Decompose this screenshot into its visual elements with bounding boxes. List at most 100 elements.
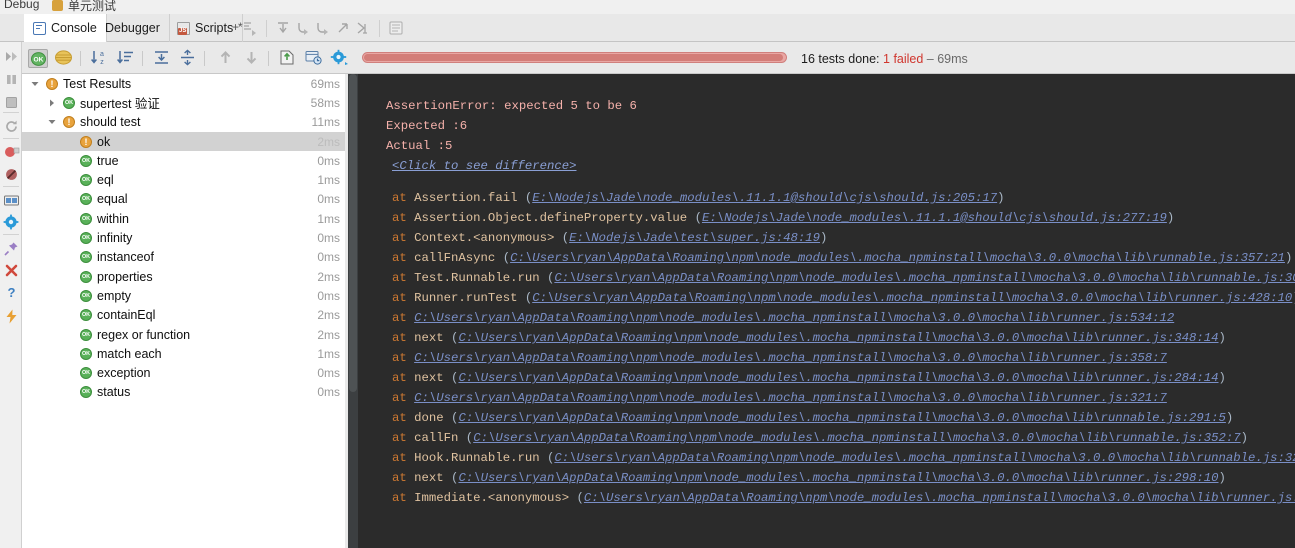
stack-trace-line: at C:\Users\ryan\AppData\Roaming\npm\nod… xyxy=(392,388,1167,408)
test-tree-label: exception xyxy=(97,366,151,381)
test-tree-row[interactable]: true 0ms xyxy=(22,151,348,170)
toolbar-separator-c xyxy=(204,51,205,66)
sort-by-duration-icon[interactable] xyxy=(116,49,136,68)
stack-file-link[interactable]: C:\Users\ryan\AppData\Roaming\npm\node_m… xyxy=(554,271,1295,285)
settings-gear-icon[interactable] xyxy=(3,214,20,231)
test-tree-row[interactable]: equal 0ms xyxy=(22,190,348,209)
test-duration: 11ms xyxy=(311,115,340,130)
stack-at-keyword: at xyxy=(392,351,415,365)
test-tree-row[interactable]: match each 1ms xyxy=(22,344,348,363)
stack-function-name: Context.<anonymous> xyxy=(414,231,562,245)
open-in-browser-icon[interactable] xyxy=(304,49,324,68)
run-to-cursor-icon[interactable] xyxy=(353,18,373,38)
chevron-down-icon[interactable] xyxy=(30,79,40,89)
test-duration: 1ms xyxy=(317,346,340,361)
evaluate-expression-icon[interactable] xyxy=(386,18,406,38)
show-ignored-icon[interactable] xyxy=(54,49,74,68)
console-output[interactable]: AssertionError: expected 5 to be 6 Expect… xyxy=(358,74,1295,548)
scripts-js-icon xyxy=(177,21,190,35)
close-icon[interactable] xyxy=(3,262,20,279)
sort-alphabetically-icon[interactable]: az xyxy=(90,49,110,68)
chevron-right-icon[interactable] xyxy=(47,98,57,108)
test-passed-icon xyxy=(80,289,92,302)
stack-file-link[interactable]: C:\Users\ryan\AppData\Roaming\npm\node_m… xyxy=(458,331,1218,345)
test-passed-icon xyxy=(80,232,92,245)
stack-open-paren: ( xyxy=(576,491,584,505)
stack-trace-line: at next (C:\Users\ryan\AppData\Roaming\n… xyxy=(392,328,1226,348)
test-results-tree[interactable]: Test Results 69ms supertest 验证 58ms should t… xyxy=(22,74,348,548)
stack-file-link[interactable]: C:\Users\ryan\AppData\Roaming\npm\node_m… xyxy=(414,351,1167,365)
test-duration: 2ms xyxy=(317,269,340,284)
click-to-see-difference-link[interactable]: <Click to see difference> xyxy=(392,156,576,176)
test-tree-row[interactable]: ok 2ms xyxy=(22,131,348,152)
test-tree-row[interactable]: exception 0ms xyxy=(22,363,348,382)
stack-file-link[interactable]: C:\Users\ryan\AppData\Roaming\npm\node_m… xyxy=(554,451,1295,465)
stack-trace-line: at Context.<anonymous> (E:\Nodejs\Jade\t… xyxy=(392,228,827,248)
tab-console[interactable]: Console xyxy=(24,14,107,42)
tree-scrollbar-thumb[interactable] xyxy=(349,74,357,392)
stack-file-link[interactable]: E:\Nodejs\Jade\node_modules\.11.1.1@shou… xyxy=(702,211,1167,225)
pause-program-icon[interactable] xyxy=(3,71,20,88)
stack-file-link[interactable]: C:\Users\ryan\AppData\Roaming\npm\node_m… xyxy=(414,391,1167,405)
pin-tab-icon[interactable] xyxy=(3,240,20,257)
rerun-icon[interactable] xyxy=(3,118,20,135)
assertion-error-message: AssertionError: expected 5 to be 6 xyxy=(386,99,637,113)
test-tree-row[interactable]: infinity 0ms xyxy=(22,228,348,247)
stack-at-keyword: at xyxy=(392,371,415,385)
stack-file-link[interactable]: C:\Users\ryan\AppData\Roaming\npm\node_m… xyxy=(414,311,1174,325)
test-tree-row[interactable]: Test Results 69ms xyxy=(22,74,348,93)
test-tree-row[interactable]: eql 1ms xyxy=(22,170,348,189)
step-into-icon[interactable] xyxy=(293,18,313,38)
stack-file-link[interactable]: C:\Users\ryan\AppData\Roaming\npm\node_m… xyxy=(584,491,1295,505)
stack-close-paren: ) xyxy=(1225,411,1234,425)
stack-file-link[interactable]: C:\Users\ryan\AppData\Roaming\npm\node_m… xyxy=(458,371,1218,385)
test-tree-row[interactable]: status 0ms xyxy=(22,383,348,402)
step-out-icon[interactable] xyxy=(333,18,353,38)
tree-scrollbar[interactable] xyxy=(348,74,358,548)
stack-file-link[interactable]: C:\Users\ryan\AppData\Roaming\npm\node_m… xyxy=(510,251,1285,265)
stack-file-link[interactable]: C:\Users\ryan\AppData\Roaming\npm\node_m… xyxy=(458,411,1225,425)
test-tree-row[interactable]: containEql 2ms xyxy=(22,306,348,325)
tests-duration: – 69ms xyxy=(923,52,968,66)
stack-file-link[interactable]: C:\Users\ryan\AppData\Roaming\npm\node_m… xyxy=(532,291,1292,305)
previous-failed-icon[interactable] xyxy=(216,49,236,68)
test-tree-row[interactable]: properties 2ms xyxy=(22,267,348,286)
tab-debugger[interactable]: Debugger xyxy=(96,14,170,42)
resume-program-icon[interactable] xyxy=(3,48,20,65)
stack-file-link[interactable]: E:\Nodejs\Jade\node_modules\.11.1.1@shou… xyxy=(532,191,997,205)
export-test-results-icon[interactable] xyxy=(278,49,298,68)
stack-file-link[interactable]: E:\Nodejs\Jade\test\super.js:48:19 xyxy=(569,231,820,245)
next-failed-icon[interactable] xyxy=(242,49,262,68)
stack-close-paren: ) xyxy=(1240,431,1249,445)
stack-file-link[interactable]: C:\Users\ryan\AppData\Roaming\npm\node_m… xyxy=(458,471,1218,485)
collapse-all-icon[interactable] xyxy=(178,49,198,68)
restore-layout-icon[interactable] xyxy=(3,192,20,209)
view-breakpoints-icon[interactable] xyxy=(3,144,20,161)
test-duration: 58ms xyxy=(310,95,340,110)
force-step-into-icon[interactable] xyxy=(313,18,333,38)
test-duration: 69ms xyxy=(310,76,340,91)
test-settings-icon[interactable] xyxy=(330,49,350,68)
mute-breakpoints-icon[interactable] xyxy=(3,166,20,183)
stop-icon[interactable] xyxy=(3,94,20,111)
test-tree-row[interactable]: empty 0ms xyxy=(22,286,348,305)
expand-all-icon[interactable] xyxy=(152,49,172,68)
show-passed-icon[interactable]: OK xyxy=(28,49,48,68)
chevron-down-icon[interactable] xyxy=(47,117,57,127)
test-tree-label: eql xyxy=(97,173,114,188)
test-tree-row[interactable]: instanceof 0ms xyxy=(22,248,348,267)
test-tree-row[interactable]: regex or function 2ms xyxy=(22,325,348,344)
debug-actions-toolbar: ? xyxy=(0,42,22,548)
show-execution-point-icon[interactable] xyxy=(240,18,260,38)
lightning-icon[interactable] xyxy=(3,308,20,325)
test-tree-label: Test Results xyxy=(63,76,132,91)
help-icon[interactable]: ? xyxy=(3,284,20,301)
test-tree-row[interactable]: within 1ms xyxy=(22,209,348,228)
step-over-icon[interactable] xyxy=(273,18,293,38)
stack-file-link[interactable]: C:\Users\ryan\AppData\Roaming\npm\node_m… xyxy=(473,431,1240,445)
svg-text:?: ? xyxy=(8,285,16,300)
stack-close-paren: ) xyxy=(820,231,828,245)
test-tree-row[interactable]: supertest 验证 58ms xyxy=(22,93,348,112)
test-tree-row[interactable]: should test 11ms xyxy=(22,113,348,132)
test-tree-label: empty xyxy=(97,288,132,303)
